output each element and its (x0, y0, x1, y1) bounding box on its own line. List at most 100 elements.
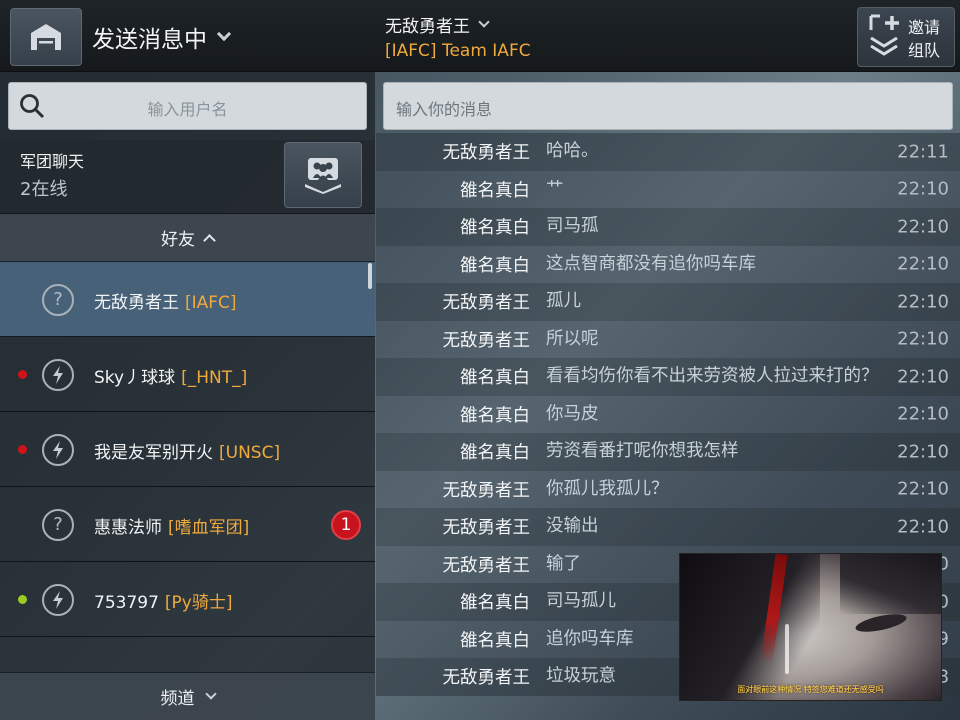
message-row: 无敌勇者王 孤儿 22:10 (376, 283, 960, 321)
message-sender[interactable]: 无敌勇者王 (376, 664, 531, 689)
message-sender[interactable]: 无敌勇者王 (376, 477, 531, 502)
message-sender[interactable]: 雒名真白 (376, 364, 530, 389)
message-sender[interactable]: 无敌勇者王 (376, 514, 531, 539)
question-mark-icon: ? (42, 508, 74, 541)
friend-name: 无敌勇者王 [IAFC] (94, 288, 237, 313)
message-sender[interactable]: 无敌勇者王 (376, 289, 531, 314)
chat-name: 无敌勇者王 (385, 17, 470, 37)
invite-squad-label: 邀请组队 (908, 18, 941, 60)
message-text: 看看均伤你看不出来劳资被人拉过来打的？ (546, 366, 879, 387)
message-time: 22:10 (897, 478, 949, 500)
garage-icon (31, 24, 61, 50)
chat-name-dropdown[interactable]: 无敌勇者王 (385, 12, 531, 37)
message-sender[interactable]: 雒名真白 (376, 589, 530, 614)
friend-name-text: 无敌勇者王 (94, 292, 179, 313)
lightning-icon (42, 583, 74, 616)
message-row: 雒名真白 这点智商都没有追你吗车库 22:10 (376, 245, 960, 283)
online-status-dot (18, 370, 27, 379)
unread-badge: 1 (331, 509, 361, 540)
video-frame-shape (854, 610, 908, 636)
friends-section-header[interactable]: 好友 (0, 214, 375, 262)
message-time: 22:10 (897, 366, 949, 388)
message-text: 没输出 (546, 516, 599, 537)
message-time: 22:10 (897, 516, 949, 538)
message-sender[interactable]: 雒名真白 (376, 177, 530, 202)
friend-name: 惠惠法师 [嗜血军团] (94, 513, 249, 538)
message-text: 哈哈。 (546, 141, 599, 162)
invite-squad-button[interactable]: 邀请组队 (857, 7, 955, 67)
friend-legion-tag: [UNSC] (219, 442, 281, 463)
message-time: 22:10 (897, 178, 949, 200)
message-row: 无敌勇者王 没输出 22:10 (376, 508, 960, 546)
message-sender[interactable]: 雒名真白 (376, 402, 530, 427)
channel-section-header[interactable]: 频道 (0, 672, 375, 720)
message-placeholder: 输入你的消息 (396, 100, 493, 119)
legion-members-button[interactable] (284, 142, 362, 208)
video-frame-shape (840, 554, 941, 614)
invite-squad-icon (869, 14, 899, 56)
chevron-down-icon (204, 687, 217, 700)
user-search-input[interactable]: 输入用户名 (8, 82, 367, 130)
message-time: 22:10 (897, 328, 949, 350)
legion-chat-title: 军团聊天 (20, 152, 85, 171)
status-dropdown[interactable]: 发送消息中 (92, 20, 232, 54)
legion-online-count: 2在线 (20, 179, 68, 200)
question-mark-icon: ? (42, 283, 74, 316)
lightning-icon (42, 433, 74, 466)
message-sender[interactable]: 雒名真白 (376, 627, 530, 652)
friend-name: 我是友军别开火 [UNSC] (94, 438, 280, 463)
friend-list: ? 无敌勇者王 [IAFC] Sky丿球球 [_HNT_] 我是友军别开火 [UNSC]? 惠… (0, 262, 375, 672)
message-text: 这点智商都没有追你吗车库 (546, 253, 756, 274)
chat-header: 无敌勇者王 [IAFC] Team IAFC (385, 12, 531, 61)
search-placeholder: 输入用户名 (147, 100, 228, 119)
chevron-up-icon (203, 233, 216, 247)
friend-name: Sky丿球球 [_HNT_] (94, 363, 247, 388)
friend-row[interactable]: 753797 [Py骑士] (0, 562, 375, 637)
friend-legion-tag: [IAFC] (185, 292, 237, 313)
group-icon (305, 158, 341, 194)
message-sender[interactable]: 雒名真白 (376, 252, 530, 277)
message-row: 无敌勇者王 你孤儿我孤儿？ 22:10 (376, 470, 960, 508)
message-input[interactable]: 输入你的消息 (383, 82, 953, 130)
friend-row[interactable]: ? 惠惠法师 [嗜血军团] 1 (0, 487, 375, 562)
friend-legion-tag: [Py骑士] (164, 592, 233, 613)
home-button[interactable] (10, 8, 82, 66)
status-label: 发送消息中 (92, 27, 207, 53)
message-text: 你孤儿我孤儿？ (546, 478, 669, 499)
chat-team: [IAFC] Team IAFC (385, 41, 531, 61)
message-text: 你马皮 (546, 403, 599, 424)
chevron-down-icon (216, 26, 232, 42)
top-bar: 发送消息中 无敌勇者王 [IAFC] Team IAFC 邀请组队 (0, 0, 960, 72)
message-sender[interactable]: 无敌勇者王 (376, 139, 531, 164)
message-sender[interactable]: 无敌勇者王 (376, 327, 531, 352)
message-row: 雒名真白艹 22:10 (376, 170, 960, 208)
legion-chat-row[interactable]: 军团聊天 2在线 (0, 140, 375, 214)
message-text: 劳资看番打呢你想我怎样 (546, 441, 739, 462)
message-time: 22:10 (897, 403, 949, 425)
video-overlay[interactable]: 面对眼前这种情况 特签您难道还无感受吗 (679, 553, 942, 701)
message-row: 雒名真白 司马孤 22:10 (376, 208, 960, 246)
friend-legion-tag: [_HNT_] (181, 367, 248, 388)
channel-label: 频道 (160, 689, 195, 709)
message-row: 雒名真白 你马皮 22:10 (376, 395, 960, 433)
message-row: 无敌勇者王 哈哈。 22:11 (376, 133, 960, 171)
friend-row[interactable]: Sky丿球球 [_HNT_] (0, 337, 375, 412)
message-sender[interactable]: 雒名真白 (376, 214, 530, 239)
chevron-down-icon (478, 15, 490, 28)
video-subtitle: 面对眼前这种情况 特签您难道还无感受吗 (737, 685, 884, 694)
message-sender[interactable]: 雒名真白 (376, 439, 530, 464)
friend-list-scrollbar[interactable] (368, 263, 372, 289)
friend-name-text: 753797 (94, 592, 159, 613)
online-status-dot (18, 595, 27, 604)
left-panel: 输入用户名 军团聊天 2在线 好友 ? 无敌勇者王 [IAFC] Sky丿球球 [_HN… (0, 72, 375, 720)
message-text: 所以呢 (546, 328, 599, 349)
message-sender[interactable]: 无敌勇者王 (376, 552, 531, 577)
friend-name-text: 惠惠法师 (94, 517, 162, 538)
online-status-dot (18, 445, 27, 454)
friend-row[interactable]: ? 无敌勇者王 [IAFC] (0, 262, 375, 337)
video-frame-shape (680, 554, 820, 700)
friend-row[interactable]: 我是友军别开火 [UNSC] (0, 412, 375, 487)
friend-name: 753797 [Py骑士] (94, 588, 232, 613)
message-time: 22:10 (897, 291, 949, 313)
friend-name-text: 我是友军别开火 (94, 442, 213, 463)
